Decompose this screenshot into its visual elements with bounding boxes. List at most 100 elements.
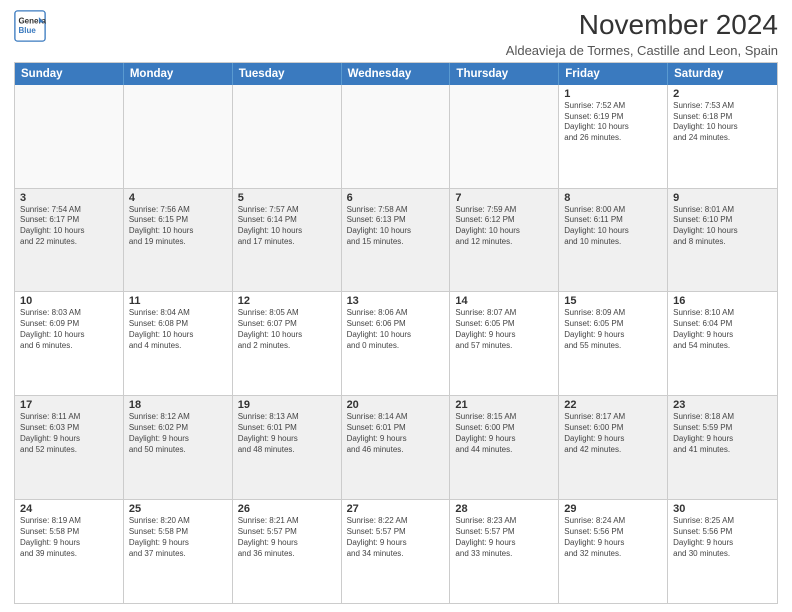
day-info: Sunrise: 8:11 AM Sunset: 6:03 PM Dayligh… [20,412,118,455]
calendar-cell: 27Sunrise: 8:22 AM Sunset: 5:57 PM Dayli… [342,500,451,603]
day-info: Sunrise: 8:06 AM Sunset: 6:06 PM Dayligh… [347,308,445,351]
calendar-header-cell: Tuesday [233,63,342,85]
calendar-cell: 5Sunrise: 7:57 AM Sunset: 6:14 PM Daylig… [233,189,342,292]
calendar-cell: 11Sunrise: 8:04 AM Sunset: 6:08 PM Dayli… [124,292,233,395]
calendar-cell [450,85,559,188]
day-number: 1 [564,88,662,100]
day-info: Sunrise: 8:01 AM Sunset: 6:10 PM Dayligh… [673,205,772,248]
day-info: Sunrise: 8:24 AM Sunset: 5:56 PM Dayligh… [564,516,662,559]
calendar-cell: 29Sunrise: 8:24 AM Sunset: 5:56 PM Dayli… [559,500,668,603]
calendar-cell: 6Sunrise: 7:58 AM Sunset: 6:13 PM Daylig… [342,189,451,292]
day-info: Sunrise: 8:13 AM Sunset: 6:01 PM Dayligh… [238,412,336,455]
day-number: 10 [20,295,118,307]
day-number: 14 [455,295,553,307]
calendar-cell: 30Sunrise: 8:25 AM Sunset: 5:56 PM Dayli… [668,500,777,603]
header: General Blue November 2024 Aldeavieja de… [14,10,778,58]
calendar-cell: 24Sunrise: 8:19 AM Sunset: 5:58 PM Dayli… [15,500,124,603]
day-number: 7 [455,192,553,204]
day-number: 29 [564,503,662,515]
day-info: Sunrise: 8:05 AM Sunset: 6:07 PM Dayligh… [238,308,336,351]
calendar-cell: 23Sunrise: 8:18 AM Sunset: 5:59 PM Dayli… [668,396,777,499]
day-info: Sunrise: 8:09 AM Sunset: 6:05 PM Dayligh… [564,308,662,351]
day-number: 3 [20,192,118,204]
day-number: 27 [347,503,445,515]
calendar-header: SundayMondayTuesdayWednesdayThursdayFrid… [15,63,777,85]
day-info: Sunrise: 8:20 AM Sunset: 5:58 PM Dayligh… [129,516,227,559]
calendar-cell: 19Sunrise: 8:13 AM Sunset: 6:01 PM Dayli… [233,396,342,499]
calendar-header-cell: Friday [559,63,668,85]
calendar-cell: 14Sunrise: 8:07 AM Sunset: 6:05 PM Dayli… [450,292,559,395]
day-number: 28 [455,503,553,515]
calendar-row: 1Sunrise: 7:52 AM Sunset: 6:19 PM Daylig… [15,85,777,189]
calendar-cell: 10Sunrise: 8:03 AM Sunset: 6:09 PM Dayli… [15,292,124,395]
subtitle: Aldeavieja de Tormes, Castille and Leon,… [506,43,778,58]
day-number: 11 [129,295,227,307]
day-info: Sunrise: 7:54 AM Sunset: 6:17 PM Dayligh… [20,205,118,248]
day-number: 17 [20,399,118,411]
day-number: 21 [455,399,553,411]
day-info: Sunrise: 8:22 AM Sunset: 5:57 PM Dayligh… [347,516,445,559]
calendar-header-cell: Monday [124,63,233,85]
calendar-cell: 26Sunrise: 8:21 AM Sunset: 5:57 PM Dayli… [233,500,342,603]
day-info: Sunrise: 8:15 AM Sunset: 6:00 PM Dayligh… [455,412,553,455]
calendar-cell: 16Sunrise: 8:10 AM Sunset: 6:04 PM Dayli… [668,292,777,395]
calendar-cell [342,85,451,188]
calendar-body: 1Sunrise: 7:52 AM Sunset: 6:19 PM Daylig… [15,85,777,603]
calendar-cell: 22Sunrise: 8:17 AM Sunset: 6:00 PM Dayli… [559,396,668,499]
page: General Blue November 2024 Aldeavieja de… [0,0,792,612]
day-number: 2 [673,88,772,100]
logo: General Blue [14,10,50,42]
day-number: 30 [673,503,772,515]
calendar-cell: 8Sunrise: 8:00 AM Sunset: 6:11 PM Daylig… [559,189,668,292]
title-block: November 2024 Aldeavieja de Tormes, Cast… [506,10,778,58]
calendar-row: 17Sunrise: 8:11 AM Sunset: 6:03 PM Dayli… [15,396,777,500]
calendar-cell [15,85,124,188]
calendar-header-cell: Saturday [668,63,777,85]
day-info: Sunrise: 8:23 AM Sunset: 5:57 PM Dayligh… [455,516,553,559]
calendar-cell: 21Sunrise: 8:15 AM Sunset: 6:00 PM Dayli… [450,396,559,499]
calendar-row: 3Sunrise: 7:54 AM Sunset: 6:17 PM Daylig… [15,189,777,293]
day-info: Sunrise: 8:18 AM Sunset: 5:59 PM Dayligh… [673,412,772,455]
day-info: Sunrise: 7:59 AM Sunset: 6:12 PM Dayligh… [455,205,553,248]
calendar-cell: 4Sunrise: 7:56 AM Sunset: 6:15 PM Daylig… [124,189,233,292]
day-info: Sunrise: 8:00 AM Sunset: 6:11 PM Dayligh… [564,205,662,248]
calendar-cell [233,85,342,188]
day-number: 6 [347,192,445,204]
day-number: 18 [129,399,227,411]
calendar: SundayMondayTuesdayWednesdayThursdayFrid… [14,62,778,604]
main-title: November 2024 [506,10,778,41]
day-number: 4 [129,192,227,204]
day-info: Sunrise: 8:21 AM Sunset: 5:57 PM Dayligh… [238,516,336,559]
calendar-cell: 18Sunrise: 8:12 AM Sunset: 6:02 PM Dayli… [124,396,233,499]
logo-icon: General Blue [14,10,46,42]
day-number: 22 [564,399,662,411]
calendar-cell: 15Sunrise: 8:09 AM Sunset: 6:05 PM Dayli… [559,292,668,395]
day-info: Sunrise: 7:56 AM Sunset: 6:15 PM Dayligh… [129,205,227,248]
calendar-header-cell: Thursday [450,63,559,85]
calendar-cell: 28Sunrise: 8:23 AM Sunset: 5:57 PM Dayli… [450,500,559,603]
day-number: 19 [238,399,336,411]
day-info: Sunrise: 7:53 AM Sunset: 6:18 PM Dayligh… [673,101,772,144]
calendar-row: 24Sunrise: 8:19 AM Sunset: 5:58 PM Dayli… [15,500,777,603]
calendar-cell: 7Sunrise: 7:59 AM Sunset: 6:12 PM Daylig… [450,189,559,292]
calendar-header-cell: Wednesday [342,63,451,85]
day-info: Sunrise: 8:19 AM Sunset: 5:58 PM Dayligh… [20,516,118,559]
day-number: 24 [20,503,118,515]
day-info: Sunrise: 8:03 AM Sunset: 6:09 PM Dayligh… [20,308,118,351]
calendar-cell: 20Sunrise: 8:14 AM Sunset: 6:01 PM Dayli… [342,396,451,499]
day-info: Sunrise: 7:58 AM Sunset: 6:13 PM Dayligh… [347,205,445,248]
svg-text:Blue: Blue [18,26,36,35]
day-number: 8 [564,192,662,204]
day-number: 15 [564,295,662,307]
day-info: Sunrise: 8:10 AM Sunset: 6:04 PM Dayligh… [673,308,772,351]
day-info: Sunrise: 8:17 AM Sunset: 6:00 PM Dayligh… [564,412,662,455]
calendar-row: 10Sunrise: 8:03 AM Sunset: 6:09 PM Dayli… [15,292,777,396]
day-number: 13 [347,295,445,307]
day-info: Sunrise: 7:57 AM Sunset: 6:14 PM Dayligh… [238,205,336,248]
day-number: 9 [673,192,772,204]
calendar-cell: 13Sunrise: 8:06 AM Sunset: 6:06 PM Dayli… [342,292,451,395]
calendar-cell: 2Sunrise: 7:53 AM Sunset: 6:18 PM Daylig… [668,85,777,188]
calendar-cell: 9Sunrise: 8:01 AM Sunset: 6:10 PM Daylig… [668,189,777,292]
day-info: Sunrise: 8:25 AM Sunset: 5:56 PM Dayligh… [673,516,772,559]
calendar-cell: 17Sunrise: 8:11 AM Sunset: 6:03 PM Dayli… [15,396,124,499]
